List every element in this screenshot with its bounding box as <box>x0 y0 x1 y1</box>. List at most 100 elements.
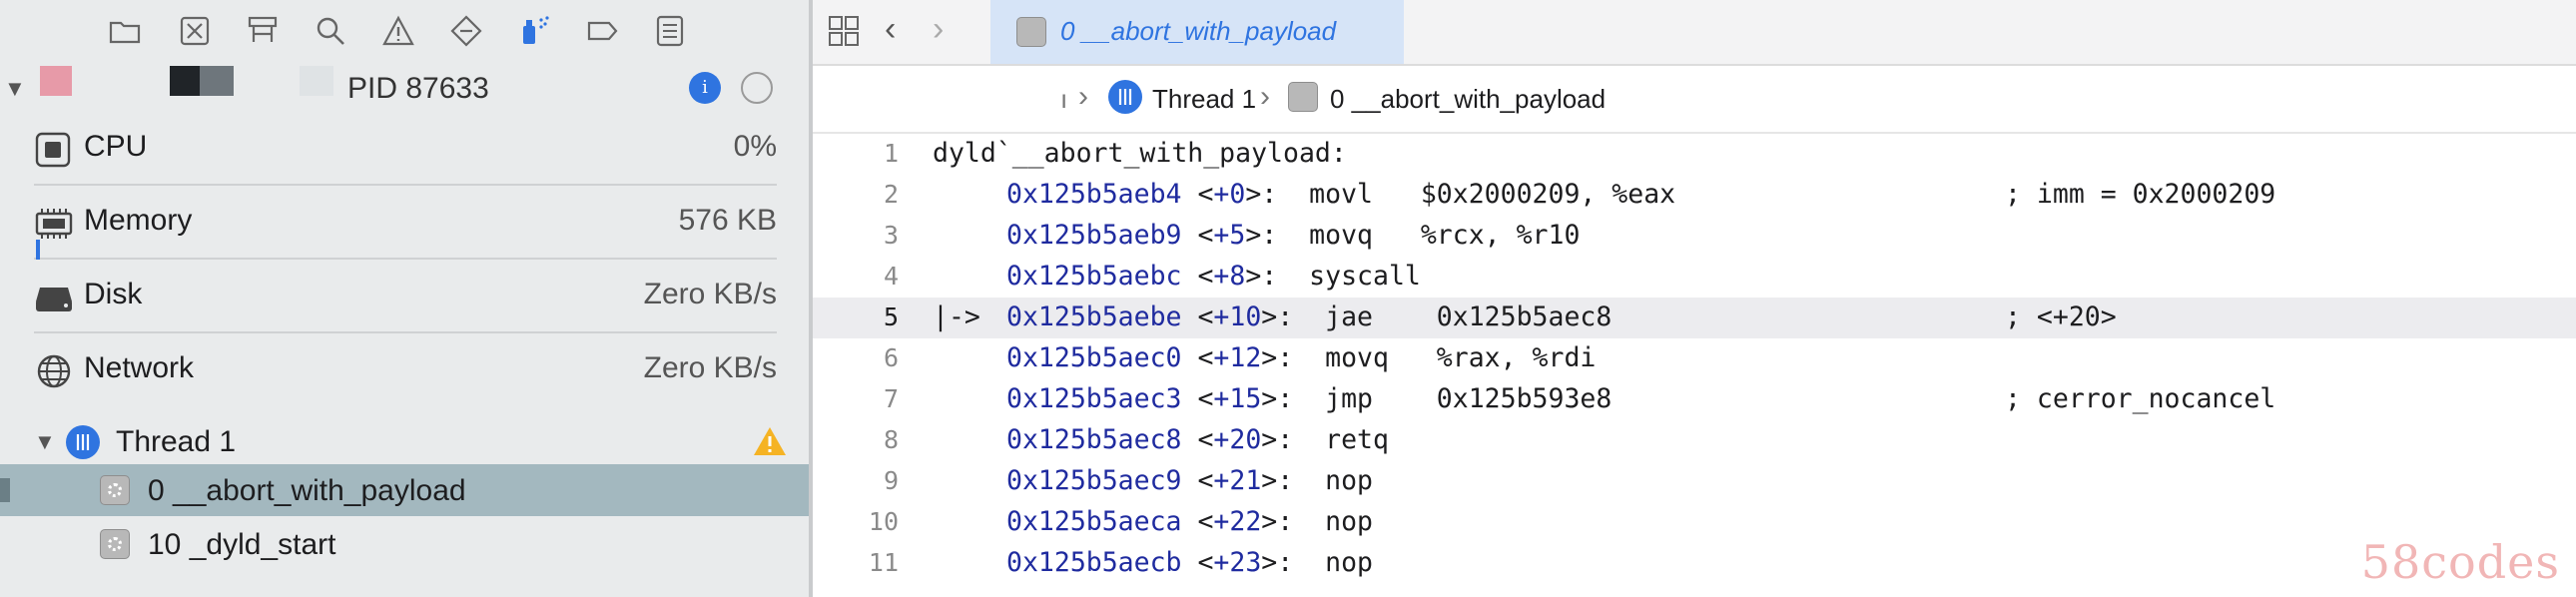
function-header: dyld`__abort_with_payload: <box>933 138 1347 169</box>
instruction: movq %rax, %rdi <box>1309 342 1597 373</box>
offset-open: < <box>1181 547 1214 578</box>
breadcrumb-truncated[interactable]: ı <box>1060 84 1067 115</box>
stack-frame-row[interactable]: 0 __abort_with_payload <box>0 464 809 516</box>
offset-open: < <box>1181 261 1214 292</box>
line-number: 7 <box>883 384 899 413</box>
line-number: 6 <box>883 343 899 372</box>
code-line[interactable]: 2 0x125b5aeb4 <+0>: movl $0x2000209, %eax… <box>813 175 2576 216</box>
code-text: 0x125b5aeb9 <+5>: movq %rcx, %r10 <box>1006 220 1580 251</box>
line-number: 8 <box>883 425 899 454</box>
test-diamond-icon[interactable] <box>449 14 483 48</box>
code-line[interactable]: 3 0x125b5aeb9 <+5>: movq %rcx, %r10 <box>813 216 2576 257</box>
code-text: 0x125b5aec8 <+20>: retq <box>1006 424 1389 455</box>
offset-open: < <box>1181 506 1214 537</box>
back-chevron-icon[interactable]: ‹ <box>885 10 896 49</box>
offset-close: >: <box>1261 424 1310 455</box>
thread-label: Thread 1 <box>116 425 237 458</box>
disclosure-triangle-icon[interactable]: ▼ <box>34 429 56 455</box>
comment: ; cerror_nocancel <box>2005 383 2276 414</box>
offset-open: < <box>1181 220 1214 251</box>
line-number: 9 <box>883 466 899 495</box>
offset-open: < <box>1181 465 1214 496</box>
gauge-value: 576 KB <box>678 204 777 237</box>
redacted-block <box>300 66 333 96</box>
code-line[interactable]: 11 0x125b5aecb <+23>: nop <box>813 543 2576 584</box>
gauge-value: Zero KB/s <box>643 351 777 384</box>
code-line[interactable]: 9 0x125b5aec9 <+21>: nop <box>813 461 2576 502</box>
gear-frame-icon <box>1016 17 1046 47</box>
address: 0x125b5aeb4 <box>1006 179 1182 210</box>
redacted-app-icon <box>40 66 72 96</box>
code-area[interactable]: 1 dyld`__abort_with_payload: 2 0x125b5aeb4 … <box>813 134 2576 584</box>
gear-frame-icon <box>1288 82 1318 112</box>
offset-value: +10 <box>1213 301 1262 332</box>
thread-view-icon[interactable] <box>741 72 773 104</box>
thread-icon <box>1108 80 1142 114</box>
offset-value: +20 <box>1213 424 1262 455</box>
jump-bar: ı › Thread 1 › 0 __abort_with_payload <box>813 66 2576 134</box>
globe-icon <box>34 353 74 389</box>
offset-open: < <box>1181 301 1214 332</box>
instruction: movq %rcx, %r10 <box>1293 220 1581 251</box>
address: 0x125b5aec8 <box>1006 424 1182 455</box>
search-icon[interactable] <box>314 14 347 48</box>
stack-frame-label: 0 __abort_with_payload <box>148 474 466 507</box>
offset-value: +12 <box>1213 342 1262 373</box>
issue-warning-icon[interactable] <box>381 14 415 48</box>
thread-row[interactable]: ▼ Thread 1 <box>0 419 809 467</box>
instruction: retq <box>1309 424 1389 455</box>
address: 0x125b5aec9 <box>1006 465 1182 496</box>
gauge-disk[interactable]: Disk Zero KB/s <box>0 260 809 333</box>
offset-open: < <box>1181 424 1214 455</box>
comment: ; <+20> <box>2005 301 2117 332</box>
folder-icon[interactable] <box>108 14 142 48</box>
offset-close: >: <box>1261 465 1310 496</box>
breakpoint-tag-icon[interactable] <box>585 14 619 48</box>
code-text: 0x125b5aecb <+23>: nop <box>1006 547 1373 578</box>
stack-frame-row[interactable]: 10 _dyld_start <box>0 518 809 570</box>
tab-bar: ‹ › 0 __abort_with_payload <box>813 0 2576 66</box>
breadcrumb-frame[interactable]: 0 __abort_with_payload <box>1330 84 1606 115</box>
line-number: 5 <box>883 302 899 331</box>
line-number: 11 <box>868 548 899 577</box>
gauge-network[interactable]: Network Zero KB/s <box>0 333 809 407</box>
disk-icon <box>34 280 74 315</box>
memory-icon <box>34 206 74 242</box>
gauge-label: Network <box>84 351 195 384</box>
warning-icon[interactable] <box>753 425 787 457</box>
gauge-value: 0% <box>733 130 777 163</box>
code-line[interactable]: 10 0x125b5aeca <+22>: nop <box>813 502 2576 543</box>
debug-navigator: ▼ PID 87633 i CPU 0% Memory 576 KB Disk … <box>0 0 809 597</box>
gauge-cpu[interactable]: CPU 0% <box>0 112 809 186</box>
offset-close: >: <box>1245 261 1294 292</box>
symbol-navigator-icon[interactable] <box>246 14 280 48</box>
code-text: 0x125b5aebe <+10>: jae 0x125b5aec8 ; <+20… <box>1006 301 2504 332</box>
code-line[interactable]: 4 0x125b5aebc <+8>: syscall <box>813 257 2576 298</box>
instruction: nop <box>1309 506 1373 537</box>
gauge-label: Disk <box>84 278 143 310</box>
line-number: 3 <box>883 221 899 250</box>
code-line[interactable]: 1 dyld`__abort_with_payload: <box>813 134 2576 175</box>
code-line[interactable]: 7 0x125b5aec3 <+15>: jmp 0x125b593e8 ; cer… <box>813 379 2576 420</box>
tab-active[interactable]: 0 __abort_with_payload <box>990 0 1404 64</box>
address: 0x125b5aecb <box>1006 547 1182 578</box>
comment: ; imm = 0x2000209 <box>2005 179 2276 210</box>
grid-icon[interactable] <box>827 14 861 48</box>
disclosure-triangle-icon[interactable]: ▼ <box>4 76 26 102</box>
report-list-icon[interactable] <box>653 14 687 48</box>
forward-chevron-icon[interactable]: › <box>933 10 944 49</box>
source-control-icon[interactable] <box>178 14 212 48</box>
address: 0x125b5aec3 <box>1006 383 1182 414</box>
code-line-current[interactable]: 5 |-> 0x125b5aebe <+10>: jae 0x125b5aec8 ; … <box>813 298 2576 338</box>
process-info-icon[interactable]: i <box>689 72 721 104</box>
offset-close: >: <box>1261 383 1310 414</box>
code-line[interactable]: 6 0x125b5aec0 <+12>: movq %rax, %rdi <box>813 338 2576 379</box>
redacted-block <box>170 66 200 96</box>
debug-spray-icon[interactable] <box>517 14 551 48</box>
instruction: nop <box>1309 465 1373 496</box>
breadcrumb-thread[interactable]: Thread 1 <box>1152 84 1256 115</box>
gauge-memory[interactable]: Memory 576 KB <box>0 186 809 260</box>
code-line[interactable]: 8 0x125b5aec8 <+20>: retq <box>813 420 2576 461</box>
watermark: 58codes <box>2360 535 2560 589</box>
address: 0x125b5aeb9 <box>1006 220 1182 251</box>
